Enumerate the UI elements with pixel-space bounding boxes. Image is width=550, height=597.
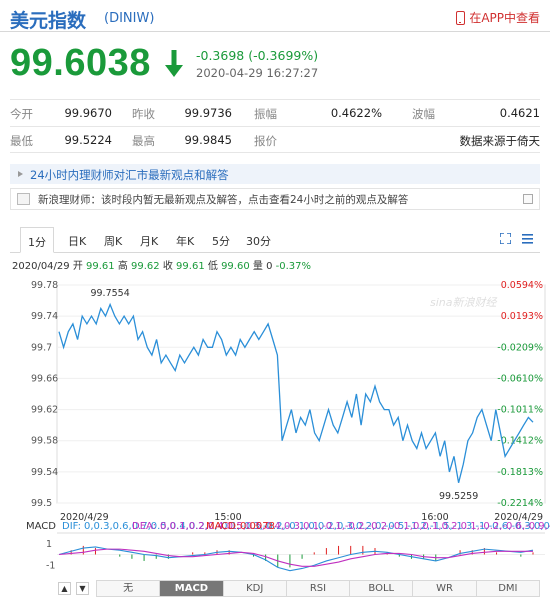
macd-label: MACD bbox=[26, 521, 56, 532]
indicator-tab-dmi[interactable]: DMI bbox=[476, 580, 540, 597]
y-tick-label: 99.7 bbox=[31, 342, 52, 353]
down-arrow-icon bbox=[165, 50, 183, 77]
price-line-series bbox=[58, 302, 534, 483]
chart-grid bbox=[56, 284, 546, 504]
period-tabs: 1分 日K 周K 月K 年K 5分 30分 bbox=[10, 227, 540, 253]
tab-monthly[interactable]: 月K bbox=[140, 233, 158, 249]
stat-label: 振幅 bbox=[254, 107, 277, 121]
price-annotation: 99.5259 bbox=[439, 491, 478, 502]
watermark: sina新浪财经 bbox=[430, 296, 497, 309]
settings-icon[interactable] bbox=[522, 233, 533, 244]
tab-5min[interactable]: 5分 bbox=[212, 233, 230, 249]
stats-row: 最低 99.5224 最高 99.9845 报价 数据来源于倚天 bbox=[10, 126, 540, 153]
checkbox-icon[interactable] bbox=[523, 194, 533, 204]
open-in-app-label: 在APP中查看 bbox=[469, 11, 540, 25]
phone-icon bbox=[456, 10, 466, 25]
dea-label: DEA: bbox=[132, 521, 156, 532]
indicator-tab-kdj[interactable]: KDJ bbox=[223, 580, 287, 597]
tab-1min[interactable]: 1分 bbox=[20, 227, 54, 253]
tab-weekly[interactable]: 周K bbox=[104, 233, 122, 249]
pct-axis: 0.0594% 0.0193% -0.0209% -0.0610% -0.1011% -0… bbox=[497, 280, 543, 509]
indicator-tab-none[interactable]: 无 bbox=[96, 580, 161, 597]
indicator-tab-rsi[interactable]: RSI bbox=[286, 580, 351, 597]
plot-frame bbox=[56, 284, 546, 504]
pct-tick-label: -0.0209% bbox=[497, 342, 543, 353]
open-in-app-link[interactable]: 在APP中查看 bbox=[456, 9, 540, 26]
macd-value: 0.0078 bbox=[240, 521, 275, 532]
stat-value: 99.9670 bbox=[64, 106, 112, 120]
dif-label: DIF: bbox=[62, 521, 81, 532]
macd-legend: MACD DIF: 0,0.3,0.6,0.7,0.5,0.4,0.2,0,-0… bbox=[26, 521, 550, 532]
header: 美元指数 (DINIW) 在APP中查看 bbox=[0, 0, 550, 32]
scroll-up-button[interactable]: ▲ bbox=[58, 582, 71, 595]
symbol-code: (DINIW) bbox=[104, 11, 155, 26]
tab-yearly[interactable]: 年K bbox=[176, 233, 194, 249]
y-tick-label: 99.66 bbox=[31, 373, 58, 384]
y-tick-label: 99.54 bbox=[31, 467, 58, 478]
y-tick-label: 99.58 bbox=[31, 436, 58, 447]
pct-tick-label: -0.2214% bbox=[497, 498, 543, 509]
macd-tick-label: -1 bbox=[46, 560, 55, 571]
pct-tick-label: -0.1011% bbox=[497, 405, 543, 416]
avatar bbox=[17, 193, 30, 205]
indicator-tab-macd[interactable]: MACD bbox=[160, 580, 224, 597]
price-annotation: 99.7554 bbox=[90, 288, 129, 299]
stat-value: 数据来源于倚天 bbox=[459, 134, 541, 148]
stat-value: 0.4621 bbox=[499, 106, 540, 120]
stat-label: 最低 bbox=[10, 134, 33, 148]
tab-daily[interactable]: 日K bbox=[68, 233, 86, 249]
y-axis: 99.78 99.74 99.7 99.66 99.62 99.58 99.54 99.5 bbox=[31, 280, 58, 509]
y-tick-label: 99.78 bbox=[31, 280, 58, 291]
quote-timestamp: 2020-04-29 16:27:27 bbox=[196, 66, 319, 80]
fullscreen-icon[interactable] bbox=[500, 233, 511, 244]
stat-label: 报价 bbox=[254, 134, 277, 148]
page-title: 美元指数 bbox=[10, 10, 87, 32]
macd-tick-label: 1 bbox=[46, 539, 52, 550]
pct-tick-label: -0.0610% bbox=[497, 373, 543, 384]
stat-label: 昨收 bbox=[132, 107, 155, 121]
stat-label: 最高 bbox=[132, 134, 155, 148]
advisor-news-link[interactable]: 24小时内理财师对汇市最新观点和解答 bbox=[10, 164, 540, 184]
pct-tick-label: 0.0594% bbox=[501, 280, 543, 291]
indicator-tab-boll[interactable]: BOLL bbox=[350, 580, 414, 597]
scroll-down-button[interactable]: ▼ bbox=[76, 582, 89, 595]
pct-tick-label: -0.1813% bbox=[497, 467, 543, 478]
advisor-answer-text: 新浪理财师：该时段内暂无最新观点及解答，点击查看24小时之前的观点及解答 bbox=[38, 194, 409, 206]
current-price: 99.6038 bbox=[10, 42, 151, 84]
advisor-answer[interactable]: 新浪理财师：该时段内暂无最新观点及解答，点击查看24小时之前的观点及解答 bbox=[10, 188, 540, 210]
tab-30min[interactable]: 30分 bbox=[246, 233, 271, 249]
y-tick-label: 99.62 bbox=[31, 405, 58, 416]
stat-value: 99.9736 bbox=[184, 106, 232, 120]
stat-value: 0.4622% bbox=[330, 106, 382, 120]
stat-label: 今开 bbox=[10, 107, 33, 121]
pct-tick-label: -0.1412% bbox=[497, 436, 543, 447]
indicator-tab-wr[interactable]: WR bbox=[413, 580, 477, 597]
y-tick-label: 99.74 bbox=[31, 311, 58, 322]
intraday-chart[interactable]: sina新浪财经 99.7899.7499.799.6699.6299.5899… bbox=[0, 270, 550, 580]
stat-label: 波幅 bbox=[412, 107, 435, 121]
stat-value: 99.9845 bbox=[184, 133, 232, 147]
macd-value-label: MACD: bbox=[206, 521, 239, 532]
annotations: 99.7554 99.5259 bbox=[90, 288, 478, 502]
price-change: -0.3698 (-0.3699%) bbox=[196, 48, 319, 63]
stats-row: 今开 99.9670 昨收 99.9736 振幅 0.4622% 波幅 0.46… bbox=[10, 99, 540, 126]
indicator-tabs: 无 MACD KDJ RSI BOLL WR DMI bbox=[96, 580, 540, 597]
y-tick-label: 99.5 bbox=[31, 498, 52, 509]
pct-tick-label: 0.0193% bbox=[501, 311, 543, 322]
stat-value: 99.5224 bbox=[64, 133, 112, 147]
macd-panel: 1 -1 bbox=[46, 532, 545, 571]
stats-table: 今开 99.9670 昨收 99.9736 振幅 0.4622% 波幅 0.46… bbox=[10, 99, 540, 153]
